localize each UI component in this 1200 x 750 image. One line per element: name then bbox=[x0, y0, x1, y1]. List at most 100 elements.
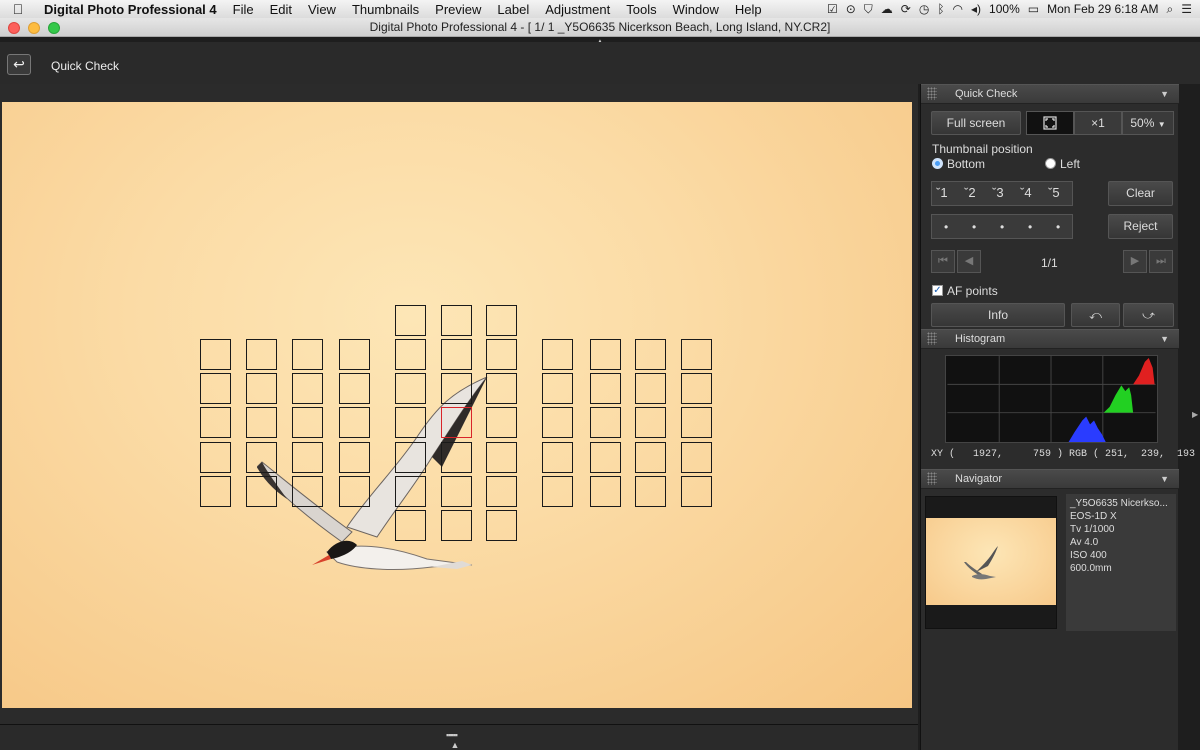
menu-label[interactable]: Label bbox=[489, 2, 537, 17]
minimize-window-button[interactable] bbox=[28, 22, 40, 34]
chevron-down-icon[interactable]: ▼ bbox=[1160, 330, 1169, 348]
wifi-icon[interactable]: ◠ bbox=[953, 2, 963, 16]
menu-thumbnails[interactable]: Thumbnails bbox=[344, 2, 427, 17]
bottom-radio[interactable] bbox=[932, 158, 943, 169]
clock[interactable]: Mon Feb 29 6:18 AM bbox=[1047, 2, 1158, 16]
af-point bbox=[635, 407, 666, 438]
search-icon[interactable]: ⌕ bbox=[1167, 2, 1174, 17]
info-button[interactable]: Info bbox=[931, 303, 1065, 327]
menu-edit[interactable]: Edit bbox=[262, 2, 300, 17]
apple-icon[interactable]:  bbox=[0, 1, 36, 17]
cloud-status-icon[interactable]: ☁ bbox=[881, 2, 893, 16]
toolbar: ↩ Quick Check bbox=[0, 42, 1200, 84]
af-point bbox=[681, 407, 712, 438]
zoom-x1-button[interactable]: ×1 bbox=[1074, 111, 1122, 135]
fit-to-screen-button[interactable] bbox=[1026, 111, 1074, 135]
rating-3-button[interactable]: ˇ3 bbox=[992, 185, 1004, 200]
full-screen-button[interactable]: Full screen bbox=[931, 111, 1021, 135]
zoom-select[interactable]: 50% ▼ bbox=[1122, 111, 1174, 135]
next-image-button[interactable]: ▶ bbox=[1123, 250, 1147, 273]
left-radio[interactable] bbox=[1045, 158, 1056, 169]
menu-help[interactable]: Help bbox=[727, 2, 770, 17]
label-dot-4[interactable]: • bbox=[1028, 220, 1032, 234]
image-viewer bbox=[0, 84, 918, 724]
rating-5-button[interactable]: ˇ5 bbox=[1048, 185, 1060, 200]
reject-button[interactable]: Reject bbox=[1108, 214, 1173, 239]
af-point bbox=[441, 476, 472, 507]
grip-icon[interactable] bbox=[927, 332, 937, 345]
clear-button[interactable]: Clear bbox=[1108, 181, 1173, 206]
navigator-thumbnail[interactable] bbox=[925, 496, 1057, 629]
close-window-button[interactable] bbox=[8, 22, 20, 34]
af-point bbox=[590, 476, 621, 507]
histogram-red-channel bbox=[1133, 357, 1155, 385]
menu-tools[interactable]: Tools bbox=[618, 2, 664, 17]
af-point bbox=[441, 510, 472, 541]
sync-status-icon[interactable]: ⟳ bbox=[901, 2, 911, 16]
zoom-value: 50% bbox=[1130, 116, 1155, 130]
window-title: Digital Photo Professional 4 - [ 1/ 1 _Y… bbox=[369, 20, 831, 34]
xy-rgb-readout: XY ( 1927, 759 ) RGB ( 251, 239, 193 ) bbox=[931, 449, 1200, 460]
rotate-right-button[interactable]: ⤻ bbox=[1123, 303, 1174, 327]
af-point bbox=[292, 373, 323, 404]
quick-check-panel-title: Quick Check bbox=[955, 88, 1018, 100]
photo-preview[interactable] bbox=[2, 102, 912, 708]
time-machine-icon[interactable]: ◷ bbox=[919, 2, 929, 16]
download-status-icon[interactable]: ⊙ bbox=[846, 2, 856, 16]
menu-preview[interactable]: Preview bbox=[427, 2, 489, 17]
af-point bbox=[590, 442, 621, 473]
battery-percent[interactable]: 100% bbox=[989, 2, 1020, 16]
chevron-down-icon[interactable]: ▼ bbox=[1160, 85, 1169, 103]
quick-check-panel-header[interactable]: Quick Check ▼ bbox=[921, 84, 1179, 104]
grip-icon[interactable] bbox=[927, 87, 937, 100]
af-point bbox=[395, 442, 426, 473]
left-radio-label[interactable]: Left bbox=[1060, 157, 1080, 171]
rating-2-button[interactable]: ˇ2 bbox=[964, 185, 976, 200]
label-dot-5[interactable]: • bbox=[1056, 220, 1060, 234]
volume-icon[interactable]: ◂) bbox=[971, 2, 981, 16]
navigator-panel-header[interactable]: Navigator ▼ bbox=[921, 469, 1179, 489]
menu-app-name[interactable]: Digital Photo Professional 4 bbox=[36, 2, 225, 17]
grip-icon[interactable] bbox=[927, 472, 937, 485]
first-image-button[interactable]: ⏮ bbox=[931, 250, 955, 273]
menu-window[interactable]: Window bbox=[665, 2, 727, 17]
navigator-image[interactable] bbox=[926, 518, 1056, 605]
rating-1-button[interactable]: ˇ1 bbox=[936, 185, 948, 200]
histogram-graph bbox=[945, 355, 1158, 443]
af-point bbox=[542, 476, 573, 507]
expand-panel-icon[interactable]: ▶ bbox=[1192, 410, 1198, 419]
expand-thumbnails-handle[interactable]: ▪▪▪▪▪ ▲ bbox=[446, 730, 459, 750]
menu-view[interactable]: View bbox=[300, 2, 344, 17]
af-point bbox=[681, 339, 712, 370]
dropdown-arrow-icon: ▼ bbox=[1157, 120, 1166, 129]
af-points-checkbox[interactable]: ✓ bbox=[932, 285, 943, 296]
af-points-label[interactable]: AF points bbox=[947, 284, 998, 298]
menu-file[interactable]: File bbox=[225, 2, 262, 17]
menu-adjustment[interactable]: Adjustment bbox=[537, 2, 618, 17]
histogram-panel-header[interactable]: Histogram ▼ bbox=[921, 329, 1179, 349]
af-point bbox=[681, 476, 712, 507]
label-dot-3[interactable]: • bbox=[1000, 220, 1004, 234]
notification-center-icon[interactable]: ☰ bbox=[1181, 2, 1192, 16]
af-point bbox=[681, 373, 712, 404]
rotate-left-button[interactable]: ⤺ bbox=[1071, 303, 1120, 327]
af-point bbox=[486, 442, 517, 473]
label-dot-1[interactable]: • bbox=[944, 220, 948, 234]
bluetooth-icon[interactable]: ᛒ bbox=[937, 2, 944, 16]
info-filename: _Y5O6635 Nicerkso... bbox=[1070, 498, 1168, 509]
af-point bbox=[486, 339, 517, 370]
histogram-green-channel bbox=[1103, 385, 1134, 413]
chevron-down-icon[interactable]: ▼ bbox=[1160, 470, 1169, 488]
label-dot-2[interactable]: • bbox=[972, 220, 976, 234]
previous-image-button[interactable]: ◀ bbox=[957, 250, 981, 273]
bottom-radio-label[interactable]: Bottom bbox=[947, 157, 985, 171]
navigator-panel-title: Navigator bbox=[955, 473, 1003, 485]
zoom-window-button[interactable] bbox=[48, 22, 60, 34]
last-image-button[interactable]: ⏭ bbox=[1149, 250, 1173, 273]
shield-status-icon[interactable]: ⛉ bbox=[864, 2, 873, 17]
battery-icon[interactable]: ▭ bbox=[1028, 2, 1039, 16]
rating-4-button[interactable]: ˇ4 bbox=[1020, 185, 1032, 200]
back-button[interactable]: ↩ bbox=[7, 54, 31, 75]
af-point bbox=[339, 442, 370, 473]
check-status-icon[interactable]: ☑ bbox=[827, 2, 838, 16]
